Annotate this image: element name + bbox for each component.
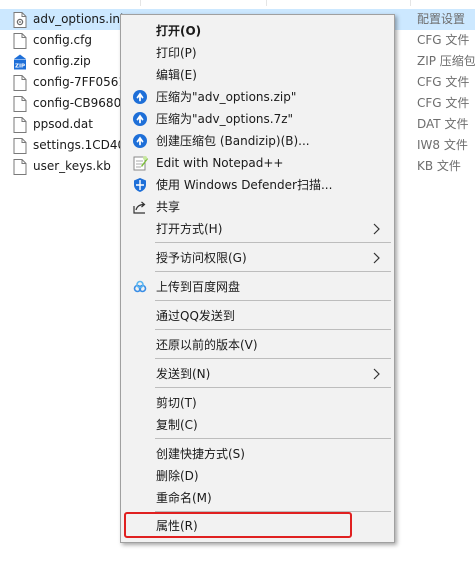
menu-item-label: 创建压缩包 (Bandizip)(B)... [156,134,310,148]
column-separator [266,0,267,6]
file-icon [13,159,27,175]
windows-defender-icon [134,178,146,192]
menu-item-edit[interactable]: 编辑(E) [122,64,393,86]
menu-item-compress-7z[interactable]: 压缩为"adv_options.7z" [122,108,393,130]
menu-item-label: 打开(O) [156,24,202,38]
file-type: IW8 文件 [417,138,468,152]
file-type: CFG 文件 [417,75,470,89]
chevron-right-icon [373,252,380,264]
menu-item-print[interactable]: 打印(P) [122,42,393,64]
file-type: CFG 文件 [417,96,470,110]
column-separator [410,0,411,6]
menu-item-label: 还原以前的版本(V) [156,338,258,352]
menu-item-open-with[interactable]: 打开方式(H) [122,218,393,240]
menu-separator [155,271,391,272]
menu-item-restore-versions[interactable]: 还原以前的版本(V) [122,334,393,356]
menu-separator [155,387,391,388]
bandizip-icon [133,134,147,148]
column-separator [140,0,141,6]
menu-item-label: 通过QQ发送到 [156,309,235,323]
menu-item-label: 编辑(E) [156,68,197,82]
file-type: ZIP 压缩包 [417,54,475,68]
menu-item-compress-zip[interactable]: 压缩为"adv_options.zip" [122,86,393,108]
share-icon [133,201,146,214]
menu-item-cut[interactable]: 剪切(T) [122,392,393,414]
file-icon [13,96,27,112]
file-icon [13,33,27,49]
menu-item-upload-baidu[interactable]: 上传到百度网盘 [122,276,393,298]
file-name: adv_options.ini [33,12,124,26]
menu-item-share[interactable]: 共享 [122,196,393,218]
menu-item-label: 剪切(T) [156,396,197,410]
svg-text:ZIP: ZIP [15,64,25,70]
menu-item-rename[interactable]: 重命名(M) [122,487,393,509]
file-type: KB 文件 [417,159,461,173]
menu-item-grant-access[interactable]: 授予访问权限(G) [122,247,393,269]
menu-item-open[interactable]: 打开(O) [122,20,393,42]
file-name: ppsod.dat [33,117,93,131]
file-name: config.cfg [33,33,92,47]
menu-item-label: 上传到百度网盘 [156,280,241,294]
context-menu: 打开(O) 打印(P) 编辑(E) 压缩为"adv_options.zip" 压… [120,14,395,543]
file-name: config-7FF05613 [33,75,134,89]
properties-highlight-box [124,512,352,538]
menu-separator [155,358,391,359]
ini-file-icon [13,12,27,28]
menu-item-copy[interactable]: 复制(C) [122,414,393,436]
menu-item-label: 打印(P) [156,46,197,60]
menu-item-label: 打开方式(H) [156,222,223,236]
menu-separator [155,329,391,330]
menu-item-label: 压缩为"adv_options.7z" [156,112,294,126]
menu-item-label: 压缩为"adv_options.zip" [156,90,297,104]
file-type: CFG 文件 [417,33,470,47]
chevron-right-icon [373,368,380,380]
file-type: 配置设置 [417,12,466,26]
menu-item-label: 授予访问权限(G) [156,251,247,265]
menu-item-label: 删除(D) [156,469,199,483]
menu-separator [155,438,391,439]
file-icon [13,75,27,91]
menu-item-create-archive[interactable]: 创建压缩包 (Bandizip)(B)... [122,130,393,152]
menu-item-label: 复制(C) [156,418,198,432]
menu-item-label: 发送到(N) [156,367,211,381]
zip-archive-icon: ZIP [14,54,26,70]
menu-item-label: 共享 [156,200,181,214]
menu-item-edit-notepadpp[interactable]: Edit with Notepad++ [122,152,393,174]
file-name: config.zip [33,54,91,68]
chevron-right-icon [373,223,380,235]
file-name: user_keys.kb [33,159,111,173]
menu-item-create-shortcut[interactable]: 创建快捷方式(S) [122,443,393,465]
menu-item-label: 重命名(M) [156,491,212,505]
file-name: config-CB9680A [33,96,130,110]
menu-item-label: 创建快捷方式(S) [156,447,245,461]
menu-item-label: 使用 Windows Defender扫描... [156,178,333,192]
menu-item-send-qq[interactable]: 通过QQ发送到 [122,305,393,327]
file-icon [13,138,27,154]
menu-item-delete[interactable]: 删除(D) [122,465,393,487]
baidu-netdisk-icon [133,280,147,293]
notepadpp-icon [133,156,148,171]
menu-item-defender-scan[interactable]: 使用 Windows Defender扫描... [122,174,393,196]
menu-separator [155,242,391,243]
bandizip-icon [133,90,147,104]
menu-separator [155,300,391,301]
menu-item-send-to[interactable]: 发送到(N) [122,363,393,385]
bandizip-icon [133,112,147,126]
file-icon [13,117,27,133]
file-type: DAT 文件 [417,117,469,131]
menu-item-label: Edit with Notepad++ [156,156,284,170]
